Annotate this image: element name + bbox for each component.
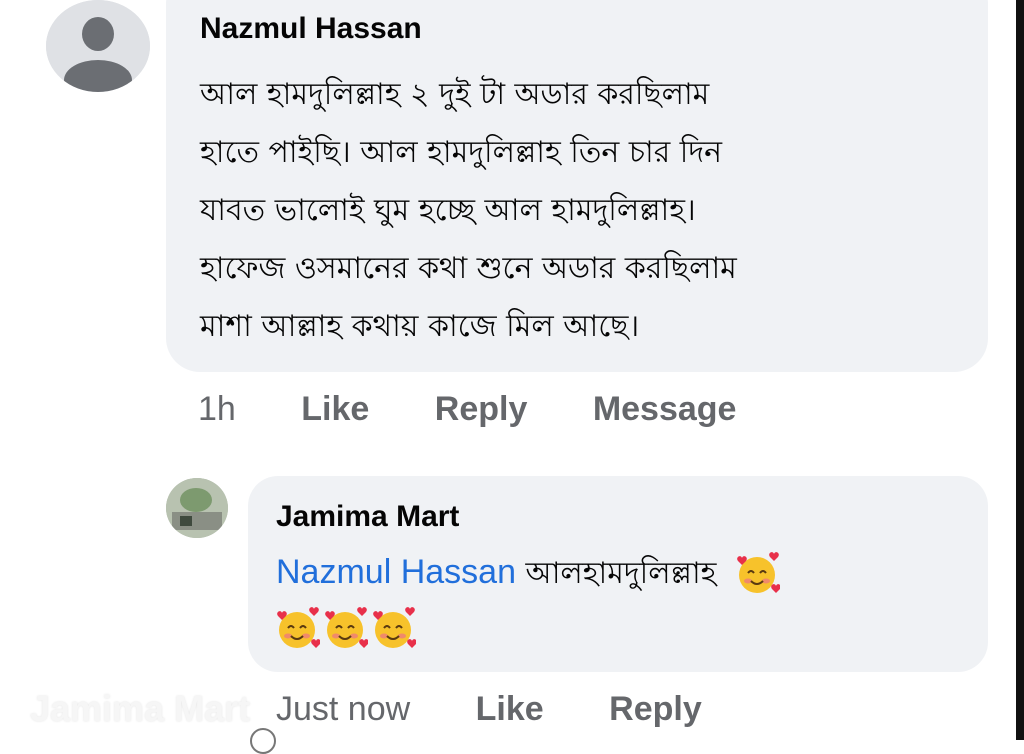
like-button[interactable]: Like [476, 690, 544, 729]
comment-author-name[interactable]: Nazmul Hassan [200, 12, 422, 46]
avatar-jamima-mart[interactable] [166, 478, 228, 538]
reply-button[interactable]: Reply [435, 390, 528, 429]
reply-author-name[interactable]: Jamima Mart [276, 500, 459, 534]
reply-actions: Just now Like Reply [276, 690, 758, 729]
smiling-face-with-hearts-icon [322, 606, 368, 652]
emoji-row [274, 606, 418, 652]
comment-actions: 1h Like Reply Message [198, 390, 792, 429]
window-edge [1016, 0, 1024, 740]
smiling-face-with-hearts-icon [370, 606, 416, 652]
reply-text-line: Nazmul Hassan আলহামদুলিল্লাহ [276, 548, 782, 598]
comment-line: মাশা আল্লাহ কথায় কাজে মিল আছে। [200, 309, 640, 344]
smiling-face-with-hearts-icon [274, 606, 320, 652]
message-button[interactable]: Message [593, 390, 737, 429]
comment-timestamp[interactable]: 1h [198, 390, 236, 429]
reply-text: আলহামদুলিল্লাহ [525, 556, 717, 591]
default-person-icon [46, 0, 150, 92]
comment-text: আল হামদুলিল্লাহ ২ দুই টা অডার করছিলাম হা… [200, 66, 960, 356]
mention-link[interactable]: Nazmul Hassan [276, 553, 516, 591]
comment-line: যাবত ভালোই ঘুম হচ্ছে আল হামদুলিল্লাহ। [200, 193, 696, 228]
page-avatar-icon [166, 478, 228, 538]
comment-line: আল হামদুলিল্লাহ ২ দুই টা অডার করছিলাম [200, 77, 710, 112]
watermark: Jamima Mart [30, 688, 251, 729]
reply-timestamp[interactable]: Just now [276, 690, 410, 729]
avatar-default[interactable] [46, 0, 150, 92]
comment-line: হাতে পাইছি। আল হামদুলিল্লাহ তিন চার দিন [200, 135, 723, 170]
smiling-face-with-hearts-icon [734, 551, 780, 597]
cursor-icon [250, 728, 276, 754]
reply-button[interactable]: Reply [609, 690, 702, 729]
comment-line: হাফেজ ওসমানের কথা শুনে অডার করছিলাম [200, 251, 737, 286]
like-button[interactable]: Like [301, 390, 369, 429]
